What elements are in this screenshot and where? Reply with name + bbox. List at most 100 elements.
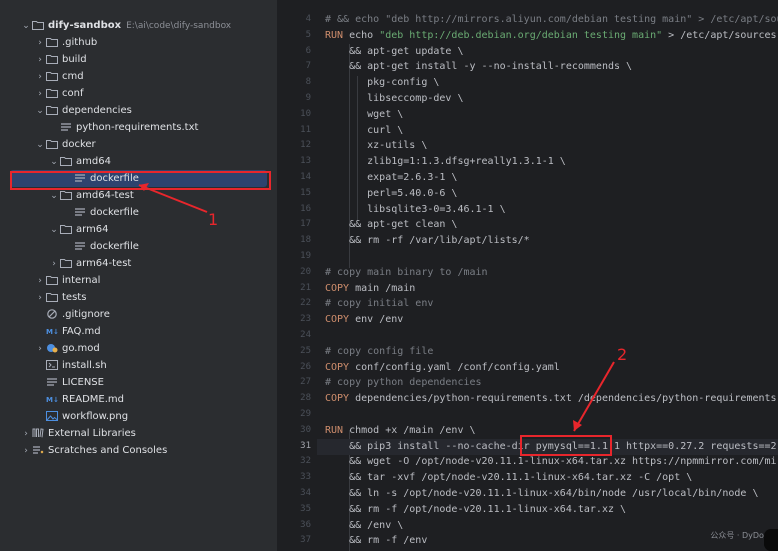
text-file-icon	[74, 207, 87, 218]
line-number: 9	[305, 93, 311, 103]
tree-item-label: conf	[62, 88, 84, 99]
tree-item[interactable]: › cmd	[0, 68, 277, 85]
chevron-right-icon[interactable]: ›	[34, 38, 46, 48]
code-line[interactable]: && apt-get clean \	[325, 217, 457, 233]
chevron-right-icon[interactable]: ›	[34, 89, 46, 99]
tree-item[interactable]: M↓ README.md	[0, 391, 277, 408]
code-line[interactable]: libseccomp-dev \	[325, 91, 463, 107]
chevron-right-icon[interactable]: ›	[20, 429, 32, 439]
code-line[interactable]: # copy main binary to /main	[325, 265, 488, 281]
markdown-icon: M↓	[46, 394, 59, 405]
code-line[interactable]: && apt-get update \	[325, 44, 463, 60]
tree-root-dify-sandbox[interactable]: ⌄ dify-sandbox E:\ai\code\dify-sandbox	[0, 17, 277, 34]
chevron-down-icon[interactable]: ⌄	[34, 140, 46, 150]
tree-item[interactable]: › External Libraries	[0, 425, 277, 442]
tree-item[interactable]: .gitignore	[0, 306, 277, 323]
chevron-right-icon[interactable]: ›	[34, 55, 46, 65]
code-line[interactable]: pkg-config \	[325, 75, 439, 91]
code-line[interactable]: COPY env /env	[325, 312, 403, 328]
code-line[interactable]: perl=5.40.0-6 \	[325, 186, 457, 202]
code-line[interactable]: RUN echo "deb http://deb.debian.org/debi…	[325, 28, 778, 44]
project-sidebar: ⌄ dify-sandbox E:\ai\code\dify-sandbox ›…	[0, 0, 277, 551]
tree-item[interactable]: › tests	[0, 289, 277, 306]
code-line[interactable]: libsqlite3-0=3.46.1-1 \	[325, 202, 505, 218]
code-line[interactable]: && rm -f /opt/node-v20.11.1-linux-x64.ta…	[325, 502, 626, 518]
code-line[interactable]: && /env \	[325, 518, 403, 534]
tree-item[interactable]: › arm64-test	[0, 255, 277, 272]
chevron-right-icon[interactable]: ›	[34, 344, 46, 354]
chevron-down-icon[interactable]: ⌄	[48, 157, 60, 167]
annotation-label-2: 2	[617, 345, 628, 364]
line-number: 13	[300, 156, 311, 167]
code-line[interactable]: && rm -f /env	[325, 533, 427, 549]
tree-item[interactable]: ⌄ arm64	[0, 221, 277, 238]
line-number: 36	[300, 519, 311, 530]
code-line[interactable]: && wget -O /opt/node-v20.11.1-linux-x64.…	[325, 454, 778, 470]
tree-item[interactable]: ⌄ amd64	[0, 153, 277, 170]
line-number: 28	[300, 393, 311, 404]
code-line[interactable]: COPY conf/config.yaml /conf/config.yaml	[325, 360, 560, 376]
tree-item[interactable]: ⌄ dependencies	[0, 102, 277, 119]
tree-item-label: cmd	[62, 71, 84, 82]
chevron-right-icon[interactable]: ›	[20, 446, 32, 456]
code-line[interactable]: && ln -s /opt/node-v20.11.1-linux-x64/bi…	[325, 486, 758, 502]
tree-item[interactable]: dockerfile	[0, 204, 277, 221]
line-number: 11	[300, 124, 311, 135]
code-line[interactable]: expat=2.6.3-1 \	[325, 170, 457, 186]
code-line[interactable]: # copy initial env	[325, 296, 433, 312]
code-line[interactable]: # copy python dependencies	[325, 375, 482, 391]
code-line[interactable]: # && echo "deb http://mirrors.aliyun.com…	[325, 12, 778, 28]
tree-item[interactable]: › internal	[0, 272, 277, 289]
line-number: 29	[300, 409, 311, 419]
code-line[interactable]: curl \	[325, 123, 403, 139]
chevron-down-icon[interactable]: ⌄	[48, 191, 60, 201]
svg-text:M↓: M↓	[46, 396, 59, 404]
tree-item[interactable]: › go.mod	[0, 340, 277, 357]
line-number: 23	[300, 314, 311, 325]
chevron-right-icon[interactable]: ›	[34, 72, 46, 82]
line-number: 4	[305, 14, 311, 24]
tree-item[interactable]: › conf	[0, 85, 277, 102]
tree-item[interactable]: LICENSE	[0, 374, 277, 391]
line-number: 26	[300, 361, 311, 372]
tree-item[interactable]: M↓ FAQ.md	[0, 323, 277, 340]
tree-item[interactable]: dockerfile	[0, 238, 277, 255]
folder-icon	[46, 54, 59, 65]
code-editor[interactable]: # && echo "deb http://mirrors.aliyun.com…	[317, 0, 778, 551]
folder-icon	[46, 71, 59, 82]
code-line[interactable]: && tar -xvf /opt/node-v20.11.1-linux-x64…	[325, 470, 692, 486]
tree-item-label: .github	[62, 37, 98, 48]
tree-item[interactable]: python-requirements.txt	[0, 119, 277, 136]
folder-icon	[46, 88, 59, 99]
code-line[interactable]: zlib1g=1:1.3.dfsg+really1.3.1-1 \	[325, 154, 566, 170]
tree-item[interactable]: workflow.png	[0, 408, 277, 425]
tree-item[interactable]: › .github	[0, 34, 277, 51]
chevron-down-icon[interactable]: ⌄	[48, 225, 60, 235]
chevron-down-icon[interactable]: ⌄	[20, 21, 32, 31]
line-number: 7	[305, 61, 311, 72]
tree-item-label: build	[62, 54, 87, 65]
line-number: 20	[300, 266, 311, 277]
tree-item[interactable]: ⌄ docker	[0, 136, 277, 153]
tree-item-label: python-requirements.txt	[76, 122, 199, 133]
line-number: 12	[300, 140, 311, 151]
chevron-right-icon[interactable]: ›	[48, 259, 60, 269]
code-line[interactable]: wget \	[325, 107, 403, 123]
tree-item[interactable]: install.sh	[0, 357, 277, 374]
code-line[interactable]: RUN chmod +x /main /env \	[325, 423, 476, 439]
chevron-right-icon[interactable]: ›	[34, 293, 46, 303]
code-line[interactable]: && apt-get install -y --no-install-recom…	[325, 59, 632, 75]
tree-item[interactable]: › build	[0, 51, 277, 68]
tree-item[interactable]: › Scratches and Consoles	[0, 442, 277, 459]
code-line[interactable]: COPY main /main	[325, 281, 415, 297]
line-number: 25	[300, 345, 311, 356]
code-line[interactable]: && rm -rf /var/lib/apt/lists/*	[325, 233, 530, 249]
code-line[interactable]: # copy config file	[325, 344, 433, 360]
tree-item-label: arm64-test	[76, 258, 132, 269]
chevron-right-icon[interactable]: ›	[34, 276, 46, 286]
chevron-down-icon[interactable]: ⌄	[34, 106, 46, 116]
folder-icon	[60, 224, 73, 235]
code-line[interactable]: xz-utils \	[325, 138, 427, 154]
line-number: 8	[305, 77, 311, 88]
code-line[interactable]: COPY dependencies/python-requirements.tx…	[325, 391, 778, 407]
